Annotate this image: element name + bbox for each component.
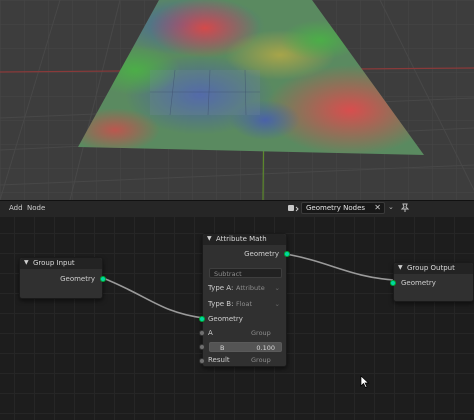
a-label: A [208,329,213,337]
link-input-to-math [102,277,204,319]
menu-add[interactable]: Add [9,204,23,212]
node-header[interactable]: ▼ Group Output [394,263,473,274]
b-socket[interactable] [199,344,205,350]
group-input-node[interactable]: ▼ Group Input Geometry [19,257,106,299]
input-geometry-label: Geometry [401,279,436,287]
node-title: Group Input [33,259,75,267]
node-tree-name: Geometry Nodes [306,204,366,212]
geometry-socket[interactable] [100,276,106,282]
type-a-dropdown[interactable]: Attribute ⌄ [233,283,282,293]
a-value: Group [251,329,271,337]
geometry-socket[interactable] [390,280,396,286]
node-title: Group Output [407,264,455,272]
node-tree-name-field[interactable]: Geometry Nodes ✕ [301,202,385,214]
operation-value: Subtract [214,270,242,278]
result-attribute-field[interactable]: Group [248,355,282,365]
chevron-down-icon: ⌄ [274,300,280,308]
node-header[interactable]: ▼ Attribute Math [203,234,286,245]
result-socket[interactable] [199,358,205,364]
a-socket[interactable] [199,330,205,336]
group-output-node[interactable]: ▼ Group Output Geometry [390,262,474,302]
collapse-icon[interactable]: ▼ [24,259,29,266]
viewport-scene [0,0,474,200]
geometry-socket[interactable] [199,316,205,322]
pin-icon[interactable] [400,203,410,213]
b-value: 0.100 [256,344,275,352]
collapse-icon[interactable]: ▼ [207,235,212,242]
type-b-dropdown[interactable]: Float ⌄ [233,299,282,309]
type-a-label: Type A: [208,284,234,292]
mouse-cursor-icon [360,375,370,388]
type-b-label: Type B: [208,300,234,308]
chevron-down-icon[interactable]: ⌄ [388,203,394,211]
input-geometry-label: Geometry [208,315,243,323]
operation-dropdown[interactable]: Subtract [209,268,282,278]
attribute-math-node[interactable]: ▼ Attribute Math Geometry Subtract Type … [199,233,290,367]
b-label: B [220,344,225,352]
node-tree-icon[interactable] [287,203,299,213]
node-header[interactable]: ▼ Group Input [20,258,102,269]
output-geometry-label: Geometry [60,275,95,283]
geometry-socket[interactable] [284,251,290,257]
output-geometry-label: Geometry [244,250,279,258]
result-value: Group [251,356,271,364]
menu-node[interactable]: Node [27,204,45,212]
collapse-icon[interactable]: ▼ [398,264,403,271]
type-b-value: Float [236,300,253,308]
type-a-value: Attribute [236,284,265,292]
a-attribute-field[interactable]: Group [248,328,282,338]
node-tree-selector: Geometry Nodes ✕ ⌄ [287,202,397,214]
link-math-to-output [285,253,395,281]
node-editor-canvas[interactable]: ▼ Group Input Geometry ▼ Attribute Math … [0,217,474,420]
node-title: Attribute Math [216,235,267,243]
close-icon[interactable]: ✕ [374,203,381,212]
result-label: Result [208,356,230,364]
chevron-down-icon: ⌄ [274,284,280,292]
b-value-field[interactable]: B 0.100 [209,342,282,352]
3d-viewport[interactable] [0,0,474,200]
